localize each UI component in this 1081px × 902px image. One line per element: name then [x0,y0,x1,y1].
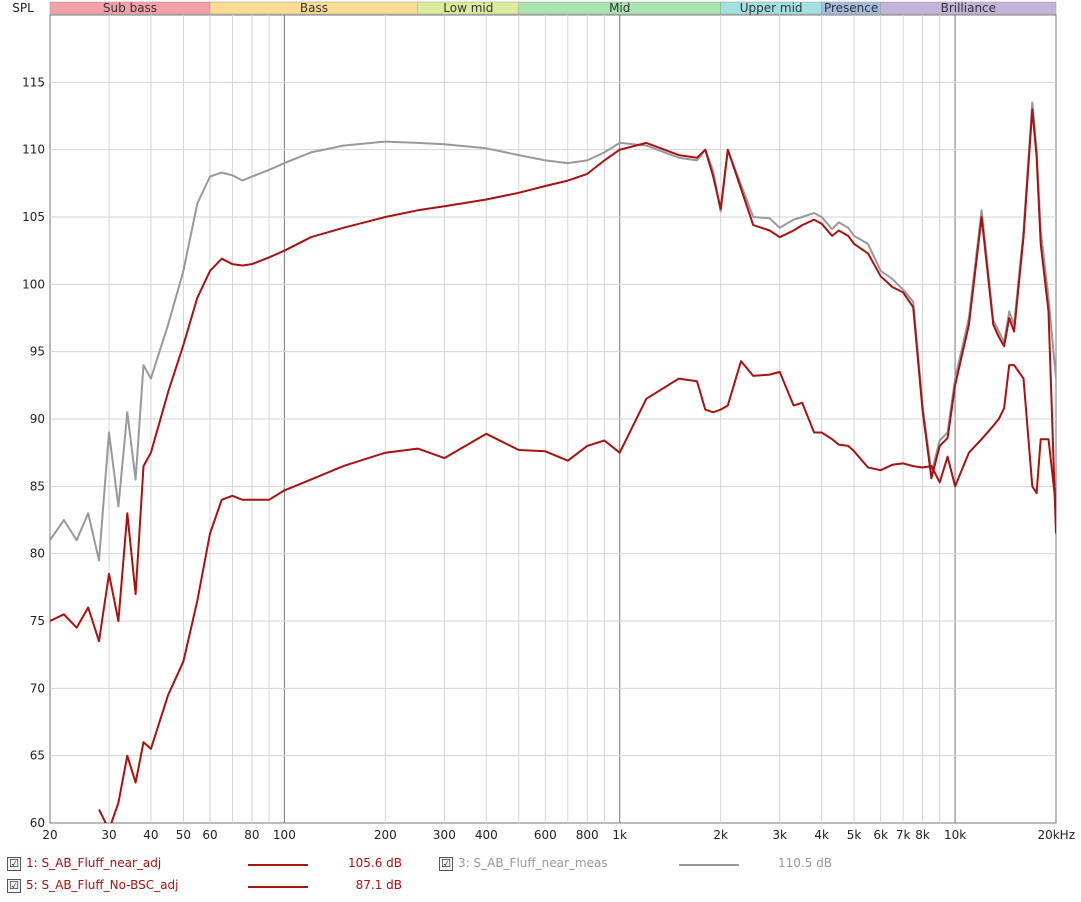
checkbox-icon[interactable]: ☑ [7,857,21,871]
x-tick-label: 7k [896,828,911,842]
x-tick-label: 50 [176,828,191,842]
y-tick-label: 105 [22,210,45,224]
y-tick-label: 110 [22,143,45,157]
legend-entry-1[interactable]: ☑ 1: S_AB_Fluff_near_adj 105.6 dB [0,856,440,874]
legend-label: 5: S_AB_Fluff_No-BSC_adj [26,878,179,892]
x-tick-label: 600 [534,828,557,842]
y-tick-label: 70 [30,681,45,695]
band-label: Upper mid [740,1,803,15]
checkbox-icon[interactable]: ☑ [7,879,21,893]
x-tick-label: 3k [772,828,787,842]
band-label: Low mid [443,1,493,15]
legend-line-swatch [248,886,308,888]
y-tick-label: 65 [30,749,45,763]
band-label: Presence [824,1,878,15]
y-tick-label: 95 [30,345,45,359]
x-tick-label: 6k [873,828,888,842]
y-axis-label: SPL [12,1,34,15]
legend-line-swatch [679,864,739,866]
legend-entry-5[interactable]: ☑ 5: S_AB_Fluff_No-BSC_adj 87.1 dB [0,878,440,896]
legend-value: 110.5 dB [777,856,832,870]
x-tick-label: 5k [847,828,862,842]
y-tick-label: 85 [30,479,45,493]
x-tick-label: 800 [576,828,599,842]
x-tick-label: 40 [143,828,158,842]
frequency-response-chart: Sub bass Bass Low mid Mid Upper mid Presence B… [12,1,1075,842]
x-tick-label: 20 [42,828,57,842]
x-tick-label: 100 [273,828,296,842]
y-tick-label: 80 [30,547,45,561]
band-label: Brilliance [941,1,996,15]
x-tick-label: 400 [475,828,498,842]
x-tick-label: 30 [101,828,116,842]
band-label: Bass [300,1,328,15]
checkbox-icon[interactable]: ☑ [439,857,453,871]
legend-entry-3[interactable]: ☑ 3: S_AB_Fluff_near_meas 110.5 dB [430,856,850,874]
y-tick-label: 100 [22,277,45,291]
legend-label: 1: S_AB_Fluff_near_adj [26,856,162,870]
x-tick-label: 300 [433,828,456,842]
band-label: Mid [609,1,630,15]
y-tick-label: 115 [22,75,45,89]
legend-label: 3: S_AB_Fluff_near_meas [458,856,608,870]
band-label: Sub bass [103,1,157,15]
x-tick-label: 4k [814,828,829,842]
x-tick-label: 10k [944,828,966,842]
x-tick-label: 1k [612,828,627,842]
y-tick-label: 90 [30,412,45,426]
legend-line-swatch [248,864,308,866]
x-tick-label: 60 [202,828,217,842]
legend-value: 105.6 dB [347,856,402,870]
x-tick-label: 20kHz [1037,828,1075,842]
x-tick-label: 2k [713,828,728,842]
x-tick-label: 8k [915,828,930,842]
x-tick-label: 80 [244,828,259,842]
y-tick-label: 75 [30,614,45,628]
legend-value: 87.1 dB [355,878,402,892]
x-tick-label: 200 [374,828,397,842]
